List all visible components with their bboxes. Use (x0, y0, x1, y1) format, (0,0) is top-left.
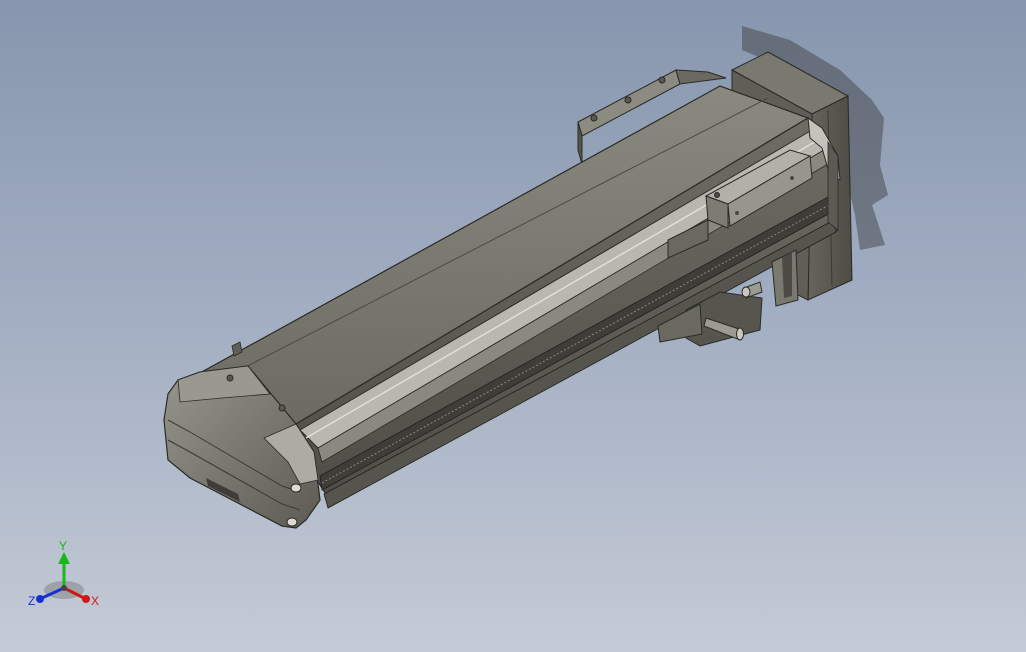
z-arrow-icon (36, 595, 44, 603)
triad-origin (61, 585, 67, 591)
end-cap-bolt-icon (290, 483, 302, 493)
y-arrow-icon (58, 552, 70, 564)
linear-actuator-model[interactable] (0, 0, 1026, 652)
cad-viewport[interactable]: Y X Z (0, 0, 1026, 652)
y-axis-label: Y (59, 539, 67, 553)
coordinate-triad[interactable]: Y X Z (22, 538, 108, 614)
carriage-screw-icon (790, 176, 794, 180)
x-axis-label: X (91, 594, 99, 608)
carriage-screw-icon (735, 211, 739, 215)
limit-sensor[interactable] (741, 281, 763, 299)
end-cap-screw-icon (278, 404, 286, 412)
end-cap-screw-icon (226, 374, 234, 382)
carriage-screw-icon (714, 192, 720, 198)
x-arrow-icon (82, 595, 90, 603)
bracket-screw-icon (624, 96, 632, 104)
bracket-screw-icon (658, 76, 666, 84)
z-axis-label: Z (28, 594, 35, 608)
bracket-screw-icon (590, 114, 598, 122)
end-cap-bolt-icon (286, 517, 298, 527)
